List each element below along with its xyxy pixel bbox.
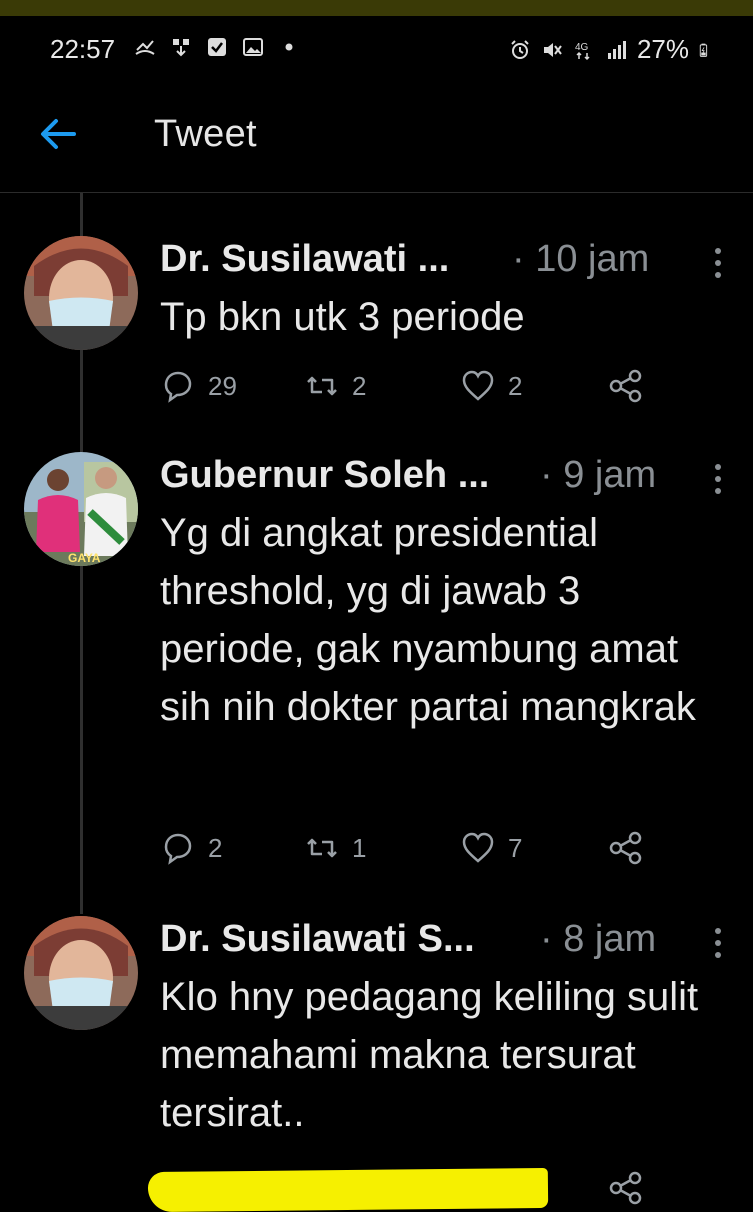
page-title: Tweet <box>154 113 257 155</box>
tweet-item[interactable]: Dr. Susilawati S... · 8 jam Klo hny peda… <box>0 916 753 1205</box>
share-icon <box>609 831 642 865</box>
share-icon[interactable] <box>608 1170 644 1206</box>
signal-icon <box>607 40 626 59</box>
tweet-text: Tp bkn utk 3 periode <box>160 295 525 339</box>
tweet-item[interactable]: Dr. Susilawati ... · 10 jam Tp bkn utk 3… <box>0 236 753 436</box>
reply-button[interactable]: 2 <box>160 830 222 866</box>
avatar[interactable] <box>24 236 138 350</box>
battery-icon <box>699 43 708 57</box>
4g-icon: 4G <box>575 42 590 60</box>
avatar-label: GAYA <box>68 551 101 565</box>
tweet-time: · 10 jam <box>512 238 650 280</box>
heart-icon <box>462 832 494 863</box>
battery-percent: 27% <box>636 34 689 64</box>
tweet-text: Yg di angkat presidential threshold, yg … <box>160 511 696 729</box>
like-button[interactable]: 7 <box>460 830 522 866</box>
status-time: 22:57 <box>50 34 116 64</box>
retweet-button[interactable]: 1 <box>304 830 366 866</box>
author-name[interactable]: Dr. Susilawati S... <box>160 918 475 961</box>
like-count: 2 <box>508 370 523 401</box>
more-options-icon[interactable] <box>713 462 723 496</box>
dot-icon <box>285 43 293 51</box>
mute-icon <box>543 42 562 57</box>
tweet-actions: 29 2 2 <box>160 368 660 412</box>
tweet-time: · 8 jam <box>540 918 657 960</box>
share-button[interactable] <box>608 830 644 866</box>
app-bar: Tweet <box>0 78 753 193</box>
yellow-highlight-mark <box>147 1167 549 1212</box>
reply-button[interactable]: 29 <box>160 368 237 404</box>
avatar[interactable]: GAYA <box>24 452 138 566</box>
avatar[interactable] <box>24 916 138 1030</box>
arrow-left-icon[interactable] <box>38 116 78 152</box>
download-icon <box>173 39 189 57</box>
tweet-time: · 9 jam <box>540 454 657 496</box>
reply-icon <box>164 371 192 403</box>
more-options-icon[interactable] <box>713 926 723 960</box>
author-name[interactable]: Gubernur Soleh ... <box>160 454 489 497</box>
top-strip <box>0 0 753 16</box>
retweet-count: 1 <box>352 832 367 863</box>
retweet-count: 2 <box>352 370 367 401</box>
status-bar: 22:57 4G 27% <box>0 16 753 78</box>
missed-call-icon <box>135 40 155 55</box>
like-count: 7 <box>508 832 523 863</box>
tweet-text: Klo hny pedagang keliling sulit memahami… <box>160 975 699 1135</box>
status-right: 4G 27% <box>509 34 713 65</box>
share-button[interactable] <box>608 368 644 404</box>
checkbox-icon <box>208 38 226 56</box>
tweet-item[interactable]: GAYA Gubernur Soleh ... · 9 jam Yg di an… <box>0 452 753 892</box>
share-icon <box>609 369 642 403</box>
like-button[interactable]: 2 <box>460 368 522 404</box>
image-icon <box>243 38 263 56</box>
more-options-icon[interactable] <box>713 246 723 280</box>
heart-icon <box>462 370 494 401</box>
retweet-icon <box>307 838 337 858</box>
reply-count: 2 <box>208 832 223 863</box>
retweet-icon <box>307 376 337 396</box>
tweet-actions: 2 1 7 <box>160 830 660 874</box>
svg-text:4G: 4G <box>575 42 589 53</box>
alarm-icon <box>511 39 529 59</box>
thread-line <box>80 193 83 237</box>
reply-icon <box>164 833 192 865</box>
reply-count: 29 <box>208 370 237 401</box>
author-name[interactable]: Dr. Susilawati ... <box>160 238 449 281</box>
status-left-icons <box>134 36 300 58</box>
retweet-button[interactable]: 2 <box>304 368 366 404</box>
